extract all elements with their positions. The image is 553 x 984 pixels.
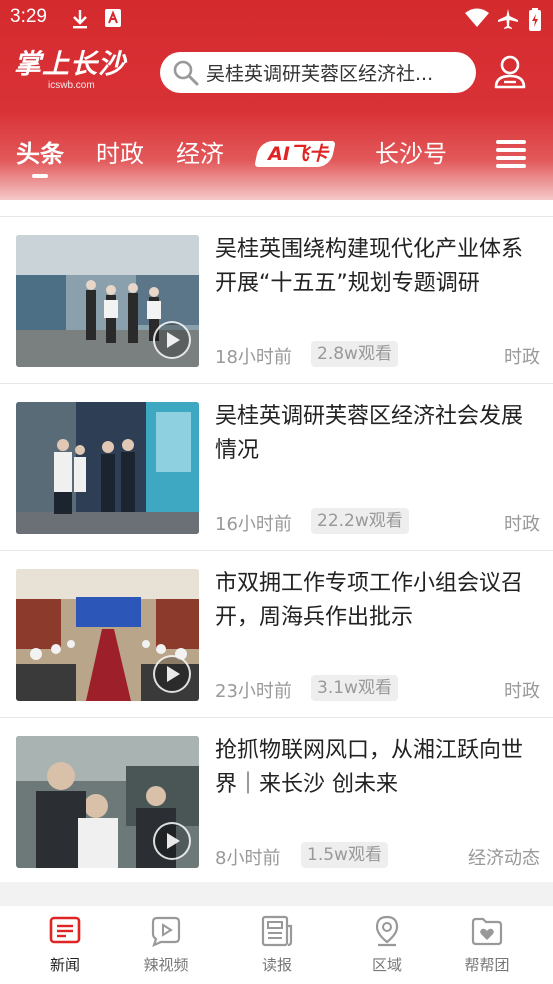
app-header: 3:29 掌上长沙 icswb.com 吴桂英调研芙蓉区经济社... 头条 时政…: [0, 0, 553, 200]
news-time: 8小时前: [215, 848, 281, 869]
app-logo[interactable]: 掌上长沙 icswb.com: [14, 50, 149, 96]
news-title: 吴桂英调研芙蓉区经济社会发展情况: [215, 404, 524, 463]
active-tab-indicator: [32, 174, 48, 178]
nav-label: 新闻: [49, 956, 80, 974]
tab-ai-feika[interactable]: AI飞卡: [254, 141, 341, 169]
search-bar[interactable]: 吴桂英调研芙蓉区经济社...: [160, 52, 476, 93]
nav-label: 读报: [261, 956, 292, 974]
search-icon: [173, 60, 199, 85]
nav-help-group[interactable]: 帮帮团: [447, 914, 527, 975]
news-item[interactable]: 吴桂英调研芙蓉区经济社会发展情况 16小时前 22.2w观看 时政: [0, 384, 553, 551]
app-notification-icon: [105, 9, 121, 27]
newspaper-icon: [261, 915, 293, 947]
tab-economy[interactable]: 经济: [176, 138, 224, 170]
status-bar: 3:29: [0, 0, 553, 38]
news-category: 经济动态: [468, 848, 540, 869]
search-placeholder: 吴桂英调研芙蓉区经济社...: [206, 63, 434, 85]
download-icon: [73, 10, 87, 29]
news-category: 时政: [504, 514, 540, 535]
tab-changsha-account[interactable]: 长沙号: [375, 138, 447, 170]
news-time: 18小时前: [215, 347, 292, 368]
news-meta: 18小时前 2.8w观看 时政: [215, 341, 540, 369]
news-meta: 23小时前 3.1w观看 时政: [215, 675, 540, 703]
nav-news[interactable]: 新闻: [25, 914, 105, 975]
play-icon: [153, 321, 191, 359]
view-count-badge: 3.1w观看: [311, 675, 398, 701]
bottom-navigation: 新闻 辣视频 读报 区域 帮帮团: [0, 906, 553, 984]
news-icon: [49, 916, 81, 944]
previous-item-edge: [0, 200, 553, 217]
tab-headlines[interactable]: 头条: [16, 138, 64, 170]
video-icon: [151, 916, 181, 947]
location-icon: [375, 915, 399, 947]
news-item[interactable]: 吴桂英围绕构建现代化产业体系开展“十五五”规划专题调研 18小时前 2.8w观看…: [0, 217, 553, 384]
play-icon: [153, 822, 191, 860]
news-thumbnail: [16, 235, 199, 367]
news-title: 抢抓物联网风口，从湘江跃向世界｜来长沙 创未来: [215, 738, 524, 797]
news-thumbnail: [16, 569, 199, 701]
logo-domain: icswb.com: [48, 80, 95, 91]
view-count-badge: 2.8w观看: [311, 341, 398, 367]
news-feed: 吴桂英围绕构建现代化产业体系开展“十五五”规划专题调研 18小时前 2.8w观看…: [0, 200, 553, 885]
menu-icon[interactable]: [496, 140, 526, 170]
news-time: 16小时前: [215, 514, 292, 535]
nav-newspaper[interactable]: 读报: [237, 914, 317, 975]
news-category: 时政: [504, 347, 540, 368]
ai-tab-label: AI飞卡: [268, 143, 328, 165]
feed-bottom-spacer: [0, 882, 553, 906]
user-profile-icon[interactable]: [490, 52, 530, 92]
news-category: 时政: [504, 681, 540, 702]
news-meta: 8小时前 1.5w观看 经济动态: [215, 842, 540, 870]
news-title: 吴桂英围绕构建现代化产业体系开展“十五五”规划专题调研: [215, 237, 524, 296]
nav-label: 区域: [371, 956, 402, 974]
logo-text: 掌上长沙: [14, 49, 126, 80]
view-count-badge: 22.2w观看: [311, 508, 409, 534]
nav-label: 辣视频: [143, 956, 189, 974]
news-meta: 16小时前 22.2w观看 时政: [215, 508, 540, 536]
news-item[interactable]: 市双拥工作专项工作小组会议召开，周海兵作出批示 23小时前 3.1w观看 时政: [0, 551, 553, 718]
news-thumbnail: [16, 402, 199, 534]
battery-icon: [529, 8, 541, 31]
nav-region[interactable]: 区域: [347, 914, 427, 975]
wifi-icon: [465, 8, 489, 27]
status-time: 3:29: [10, 6, 47, 27]
nav-label: 帮帮团: [464, 956, 510, 974]
news-item[interactable]: 抢抓物联网风口，从湘江跃向世界｜来长沙 创未来 8小时前 1.5w观看 经济动态: [0, 718, 553, 885]
news-time: 23小时前: [215, 681, 292, 702]
view-count-badge: 1.5w观看: [301, 842, 388, 868]
play-icon: [153, 655, 191, 693]
folder-heart-icon: [471, 917, 503, 946]
nav-video[interactable]: 辣视频: [126, 914, 206, 975]
news-title: 市双拥工作专项工作小组会议召开，周海兵作出批示: [215, 571, 524, 630]
news-thumbnail: [16, 736, 199, 868]
tab-politics[interactable]: 时政: [96, 138, 144, 170]
airplane-icon: [498, 9, 518, 29]
